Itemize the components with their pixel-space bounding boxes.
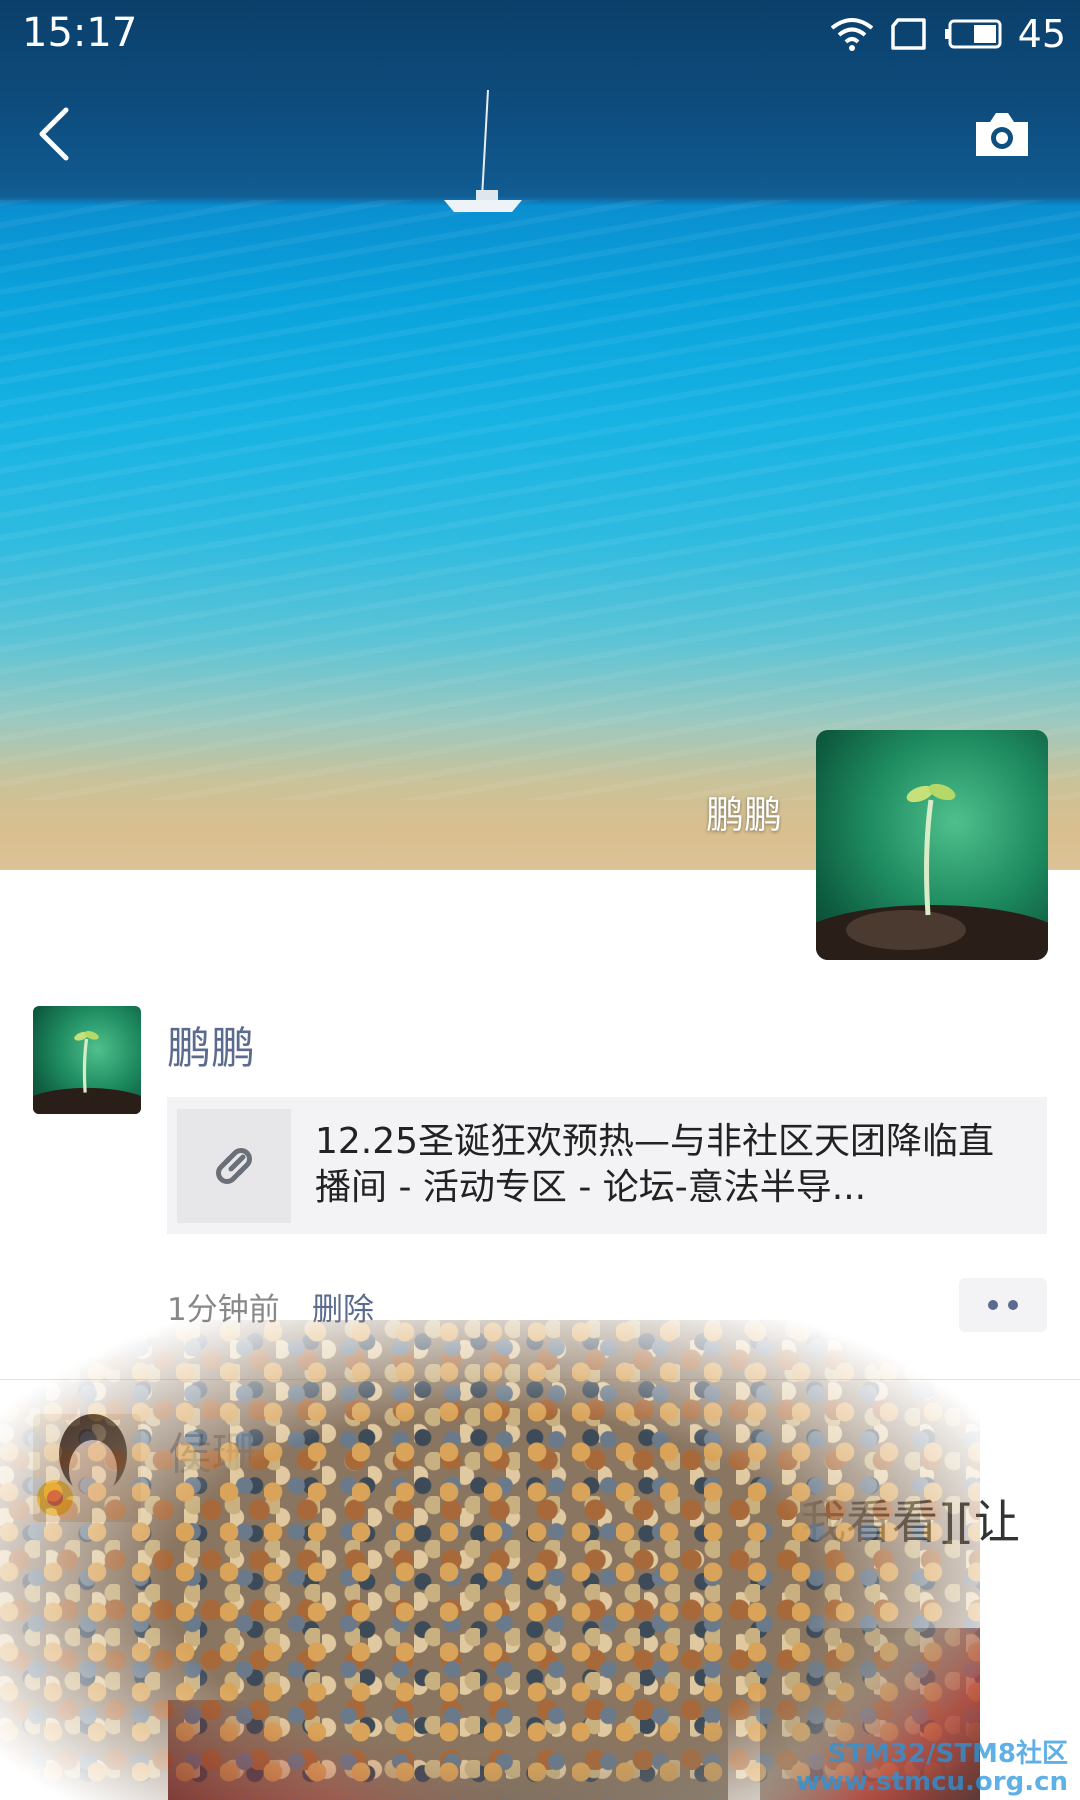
profile-avatar[interactable] — [816, 730, 1048, 960]
link-title-line: 播间 - 活动专区 - 论坛-意法半导... — [315, 1167, 867, 1208]
post-username[interactable]: 鹏鹏 — [167, 1012, 255, 1076]
pebbles-overlay-image — [0, 1320, 980, 1800]
link-icon — [216, 1148, 252, 1184]
back-arrow-icon[interactable] — [32, 104, 78, 164]
battery-percent: 45 — [1017, 12, 1066, 56]
status-icons: 45 — [830, 12, 1066, 56]
seedling-icon — [33, 1030, 141, 1114]
shared-link-card[interactable]: 12.25圣诞狂欢预热—与非社区天团降临直 播间 - 活动专区 - 论坛-意法半… — [167, 1097, 1047, 1234]
link-title: 12.25圣诞狂欢预热—与非社区天团降临直 播间 - 活动专区 - 论坛-意法半… — [315, 1119, 1035, 1211]
status-time: 15:17 — [22, 10, 138, 56]
link-title-line: 12.25圣诞狂欢预热—与非社区天团降临直 — [315, 1121, 995, 1162]
link-thumbnail — [177, 1109, 291, 1223]
sim-card-icon — [890, 18, 926, 50]
wifi-icon — [830, 18, 873, 51]
post-avatar[interactable] — [33, 1006, 141, 1114]
water-ripples — [0, 200, 1080, 800]
profile-name[interactable]: 鹏鹏 — [706, 784, 782, 839]
watermark: STM32/STM8社区 www.stmcu.org.cn — [796, 1740, 1068, 1796]
watermark-line: www.stmcu.org.cn — [795, 1767, 1068, 1797]
status-bar: 15:17 45 — [0, 0, 1080, 66]
battery-icon — [944, 19, 1002, 49]
sailboat-image — [444, 90, 522, 212]
seedling-icon — [816, 783, 1048, 960]
camera-icon[interactable] — [972, 108, 1032, 160]
more-dot — [1008, 1300, 1018, 1310]
watermark-line: STM32/STM8社区 — [827, 1739, 1068, 1769]
more-dot — [988, 1300, 998, 1310]
